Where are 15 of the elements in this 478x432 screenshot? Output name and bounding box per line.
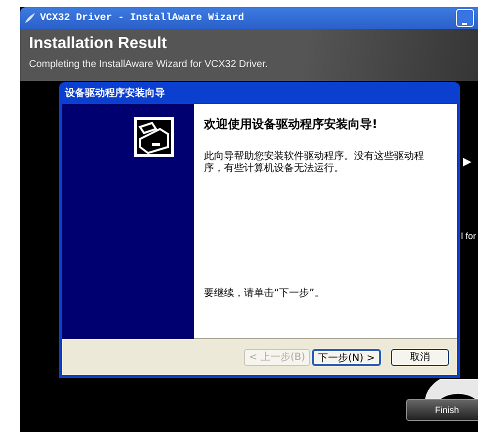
partial-text: l for — [461, 231, 476, 241]
window-title: VCX32 Driver - InstallAware Wizard — [40, 12, 246, 24]
arrow-glyph: ▶ — [463, 155, 472, 168]
minimize-button[interactable] — [456, 9, 474, 27]
header-subtitle: Completing the InstallAware Wizard for VCX32 Driver. — [29, 59, 269, 70]
instruction-text: 要继续，请单击“下一步”。 — [204, 286, 326, 300]
hardware-icon — [134, 117, 174, 157]
swoosh-icon — [24, 12, 36, 24]
dialog-heading: 欢迎使用设备驱动程序安装向导! — [204, 116, 378, 133]
dialog-title: 设备驱动程序安装向导 — [65, 86, 165, 100]
header-title: Installation Result — [29, 35, 168, 53]
dialog-button[interactable]: 下一步(N) > — [312, 348, 381, 366]
dialog-button[interactable]: 取消 — [391, 348, 449, 366]
finish-button[interactable]: Finish — [406, 399, 478, 421]
description-text: 此向导帮助您安装软件驱动程序。没有这些驱动程序，有些计算机设备无法运行。 — [204, 151, 425, 175]
